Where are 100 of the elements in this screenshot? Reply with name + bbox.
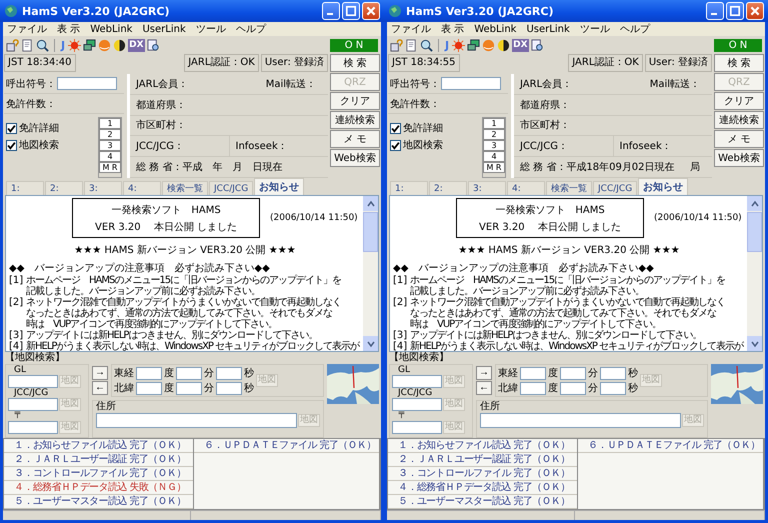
menu-item[interactable]: ツール xyxy=(580,22,610,36)
memory-button[interactable]: 1 xyxy=(99,118,121,129)
maximize-button[interactable] xyxy=(726,2,744,20)
minimize-button[interactable] xyxy=(706,2,724,20)
arrow-button[interactable]: ← xyxy=(476,381,492,395)
postal-code-field[interactable] xyxy=(392,421,442,434)
menu-item[interactable]: ヘルプ xyxy=(620,22,650,36)
side-button[interactable]: 連続検索 xyxy=(714,111,764,129)
side-button[interactable]: 連続検索 xyxy=(330,111,380,129)
memory-button[interactable]: 1 xyxy=(483,118,505,129)
tab[interactable]: お知らせ xyxy=(638,178,688,195)
tab[interactable]: 4: xyxy=(507,181,545,195)
coordinate-field[interactable] xyxy=(176,382,202,394)
side-button[interactable]: クリア xyxy=(330,92,380,110)
jcc-jcg-field[interactable] xyxy=(8,398,58,411)
scroll-down-button[interactable] xyxy=(363,336,378,351)
memory-button[interactable]: 4 xyxy=(483,151,505,162)
tab[interactable]: 1: xyxy=(390,181,428,195)
menu-item[interactable]: ファイル xyxy=(391,22,431,36)
postal-code-field[interactable] xyxy=(8,421,58,434)
search-icon[interactable] xyxy=(420,38,433,52)
memory-button[interactable]: 3 xyxy=(99,140,121,151)
memory-button[interactable]: M R xyxy=(99,162,121,173)
tab[interactable]: 3: xyxy=(84,181,122,195)
coordinate-field[interactable] xyxy=(136,366,162,380)
tab[interactable]: 検索一覧 xyxy=(546,181,592,195)
tab[interactable]: 4: xyxy=(123,181,161,195)
callsign-field[interactable] xyxy=(441,77,501,90)
coordinate-field[interactable] xyxy=(176,366,202,380)
document-search-icon[interactable] xyxy=(146,38,160,52)
checkbox[interactable]: 地図検索 xyxy=(390,138,482,152)
memory-button[interactable]: M R xyxy=(483,162,505,173)
close-button[interactable] xyxy=(746,2,764,20)
tab[interactable]: 2: xyxy=(45,181,83,195)
tab[interactable]: JCC/JCG xyxy=(209,181,254,195)
scroll-up-button[interactable] xyxy=(747,196,762,211)
tab[interactable]: 2: xyxy=(429,181,467,195)
tab[interactable]: 検索一覧 xyxy=(162,181,208,195)
computer-icon[interactable] xyxy=(467,38,480,52)
gl-field[interactable] xyxy=(392,375,442,388)
document-icon[interactable] xyxy=(21,38,34,52)
maximize-button[interactable] xyxy=(342,2,360,20)
coordinate-field[interactable] xyxy=(520,382,546,394)
document-icon[interactable] xyxy=(405,38,418,52)
coordinate-field[interactable] xyxy=(216,366,242,380)
scroll-thumb[interactable] xyxy=(363,212,378,252)
moon-icon[interactable] xyxy=(497,38,510,52)
side-button[interactable]: 検 索 xyxy=(714,54,764,72)
menu-item[interactable]: WebLink xyxy=(90,24,132,34)
menu-item[interactable]: 表 示 xyxy=(441,22,464,36)
address-field[interactable] xyxy=(480,413,681,428)
scrollbar[interactable] xyxy=(363,196,378,351)
dx-button[interactable]: DX xyxy=(128,38,145,52)
close-button[interactable] xyxy=(362,2,380,20)
coordinate-field[interactable] xyxy=(520,366,546,380)
coordinate-field[interactable] xyxy=(216,382,242,394)
menu-item[interactable]: UserLink xyxy=(142,24,186,34)
tab[interactable]: 3: xyxy=(468,181,506,195)
coordinate-field[interactable] xyxy=(600,382,626,394)
checkbox[interactable]: 免許詳細 xyxy=(6,121,98,135)
scroll-down-button[interactable] xyxy=(747,336,762,351)
menu-item[interactable]: ヘルプ xyxy=(236,22,266,36)
side-button[interactable]: メ モ xyxy=(330,130,380,148)
tab[interactable]: JCC/JCG xyxy=(593,181,638,195)
minimize-button[interactable] xyxy=(322,2,340,20)
checkbox[interactable]: 免許詳細 xyxy=(390,121,482,135)
computer-icon[interactable] xyxy=(83,38,96,52)
coordinate-field[interactable] xyxy=(136,382,162,394)
memory-button[interactable]: 4 xyxy=(99,151,121,162)
menu-item[interactable]: UserLink xyxy=(526,24,570,34)
dx-button[interactable]: DX xyxy=(512,38,529,52)
coordinate-field[interactable] xyxy=(560,366,586,380)
moon-icon[interactable] xyxy=(113,38,126,52)
side-button[interactable]: 検 索 xyxy=(330,54,380,72)
scroll-up-button[interactable] xyxy=(363,196,378,211)
gl-field[interactable] xyxy=(8,375,58,388)
coordinate-field[interactable] xyxy=(600,366,626,380)
search-icon[interactable] xyxy=(36,38,49,52)
memory-button[interactable]: 2 xyxy=(483,129,505,140)
arrow-button[interactable]: ← xyxy=(92,381,108,395)
checkbox[interactable]: 地図検索 xyxy=(6,138,98,152)
help-icon[interactable] xyxy=(390,38,403,52)
callsign-field[interactable] xyxy=(57,77,117,90)
help-icon[interactable] xyxy=(6,38,19,52)
arrow-button[interactable]: → xyxy=(92,366,108,380)
side-button[interactable]: クリア xyxy=(714,92,764,110)
jcc-jcg-field[interactable] xyxy=(392,398,442,411)
side-button[interactable]: Web検索 xyxy=(714,149,764,167)
scroll-thumb[interactable] xyxy=(747,212,762,252)
menu-item[interactable]: ファイル xyxy=(7,22,47,36)
arrow-button[interactable]: → xyxy=(476,366,492,380)
memory-button[interactable]: 2 xyxy=(99,129,121,140)
side-button[interactable]: メ モ xyxy=(714,130,764,148)
side-button[interactable]: Web検索 xyxy=(330,149,380,167)
address-field[interactable] xyxy=(96,413,297,428)
scrollbar[interactable] xyxy=(747,196,762,351)
menu-item[interactable]: WebLink xyxy=(474,24,516,34)
coordinate-field[interactable] xyxy=(560,382,586,394)
memory-button[interactable]: 3 xyxy=(483,140,505,151)
document-search-icon[interactable] xyxy=(530,38,544,52)
